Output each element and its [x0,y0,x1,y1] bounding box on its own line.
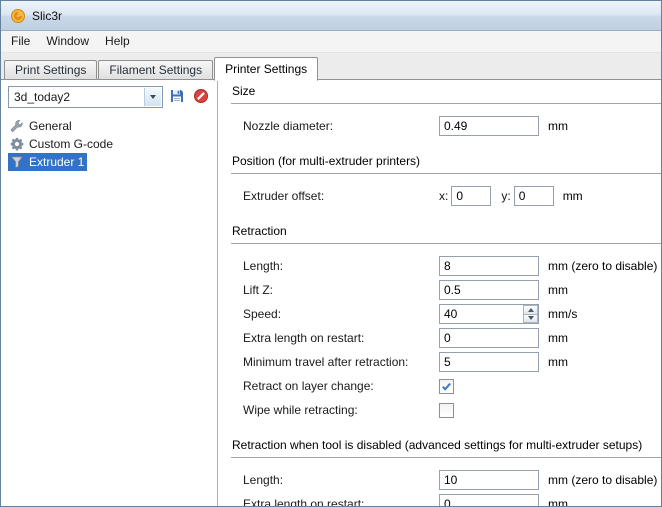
triangle-down-icon [528,316,534,320]
length-input[interactable] [439,256,539,276]
retract-on-layer-change-checkbox[interactable] [439,379,454,394]
y-label: y: [501,189,510,203]
unit-label: mm (zero to disable) [548,473,657,487]
settings-panel: SizeNozzle diameter:mmPosition (for mult… [218,80,661,506]
menu-file[interactable]: File [3,31,38,52]
section-retraction-when-tool-is-disabled-advance: Retraction when tool is disabled (advanc… [231,438,661,506]
setting-label: Nozzle diameter: [243,119,439,133]
setting-label: Retract on layer change: [243,379,439,393]
unit-label: mm [563,189,583,203]
wipe-while-retracting-checkbox[interactable] [439,403,454,418]
triangle-up-icon [528,308,534,312]
setting-label: Wipe while retracting: [243,403,439,417]
unit-label: mm [548,355,568,369]
unit-label: mm [548,283,568,297]
setting-row: Extra length on restart: mm [231,492,661,506]
settings-tree: General Custom G-code Extruder 1 [8,117,212,171]
setting-row: Length: mm (zero to disable) [231,468,661,492]
lift-z-input[interactable] [439,280,539,300]
floppy-disk-icon [169,88,185,107]
section-retraction: Retraction Length: mm (zero to disable) Lif… [231,224,661,422]
section-separator [231,457,661,461]
extra-length-on-restart-input[interactable] [439,328,539,348]
checkmark-icon [441,381,452,392]
menu-help[interactable]: Help [97,31,138,52]
preset-sidebar: 3d_today2 General Custom G-code Extruder 1 [1,80,218,506]
setting-label: Length: [243,259,439,273]
content-area: 3d_today2 General Custom G-code Extruder 1… [1,80,661,506]
setting-row: Wipe while retracting: [231,398,661,422]
slic3r-window: Slic3r FileWindowHelp Print SettingsFila… [0,0,662,507]
save-preset-button[interactable] [166,86,188,108]
setting-row: Nozzle diameter: mm [231,114,661,138]
section-position-for-multi-extruder-printers: Position (for multi-extruder printers) Ex… [231,154,661,208]
setting-label: Extruder offset: [243,189,439,203]
setting-label: Lift Z: [243,283,439,297]
window-title: Slic3r [32,9,62,23]
extruder-offset-y-input[interactable] [514,186,554,206]
tree-item-label: General [29,119,72,133]
tree-item-general[interactable]: General [8,117,75,135]
chevron-down-icon [150,95,156,99]
spinner-buttons [523,305,538,323]
section-separator [231,103,661,107]
unit-label: mm [548,497,568,506]
unit-label: mm [548,331,568,345]
extra-length-on-restart-input[interactable] [439,494,539,506]
setting-row: Minimum travel after retraction: mm [231,350,661,374]
setting-label: Minimum travel after retraction: [243,355,439,369]
section-separator [231,243,661,247]
gear-icon [10,137,24,151]
x-label: x: [439,189,448,203]
length-input[interactable] [439,470,539,490]
setting-label: Extra length on restart: [243,331,439,345]
titlebar: Slic3r [1,1,661,31]
menu-window[interactable]: Window [38,31,97,52]
tree-item-custom-g-code[interactable]: Custom G-code [8,135,116,153]
tab-printer-settings[interactable]: Printer Settings [214,57,318,81]
tab-filament-settings[interactable]: Filament Settings [98,60,213,80]
tab-print-settings[interactable]: Print Settings [4,60,97,80]
minimum-travel-after-retraction-input[interactable] [439,352,539,372]
unit-label: mm/s [548,307,577,321]
preset-toolbar: 3d_today2 [8,86,212,108]
nozzle-diameter-input[interactable] [439,116,539,136]
section-title: Size [231,84,661,99]
spin-down-button[interactable] [523,314,538,324]
setting-label: Speed: [243,307,439,321]
preset-combobox[interactable]: 3d_today2 [8,86,163,108]
section-title: Retraction when tool is disabled (advanc… [231,438,661,453]
tree-item-extruder-1[interactable]: Extruder 1 [8,153,87,171]
menubar: FileWindowHelp [1,31,661,53]
setting-label: Length: [243,473,439,487]
setting-row: Retract on layer change: [231,374,661,398]
tab-bar: Print SettingsFilament SettingsPrinter S… [1,53,661,80]
delete-preset-button[interactable] [190,86,212,108]
no-entry-icon [193,88,209,107]
preset-combobox-value: 3d_today2 [14,90,70,104]
tree-item-label: Custom G-code [29,137,113,151]
extruder-offset-x-input[interactable] [451,186,491,206]
setting-row: Speed: mm/s [231,302,661,326]
slic3r-logo-icon [10,8,26,24]
section-title: Retraction [231,224,661,239]
spin-field [439,304,539,324]
section-separator [231,173,661,177]
combobox-dropdown-button[interactable] [144,88,161,106]
spin-up-button[interactable] [523,305,538,314]
tree-item-label: Extruder 1 [29,155,84,169]
section-size: Size Nozzle diameter: mm [231,84,661,138]
setting-row: Extra length on restart: mm [231,326,661,350]
setting-label: Extra length on restart: [243,497,439,506]
setting-row: Length: mm (zero to disable) [231,254,661,278]
wrench-icon [10,119,24,133]
unit-label: mm (zero to disable) [548,259,657,273]
setting-row: Lift Z: mm [231,278,661,302]
setting-row: Extruder offset:x: y: mm [231,184,661,208]
unit-label: mm [548,119,568,133]
funnel-icon [10,155,24,169]
section-title: Position (for multi-extruder printers) [231,154,661,169]
